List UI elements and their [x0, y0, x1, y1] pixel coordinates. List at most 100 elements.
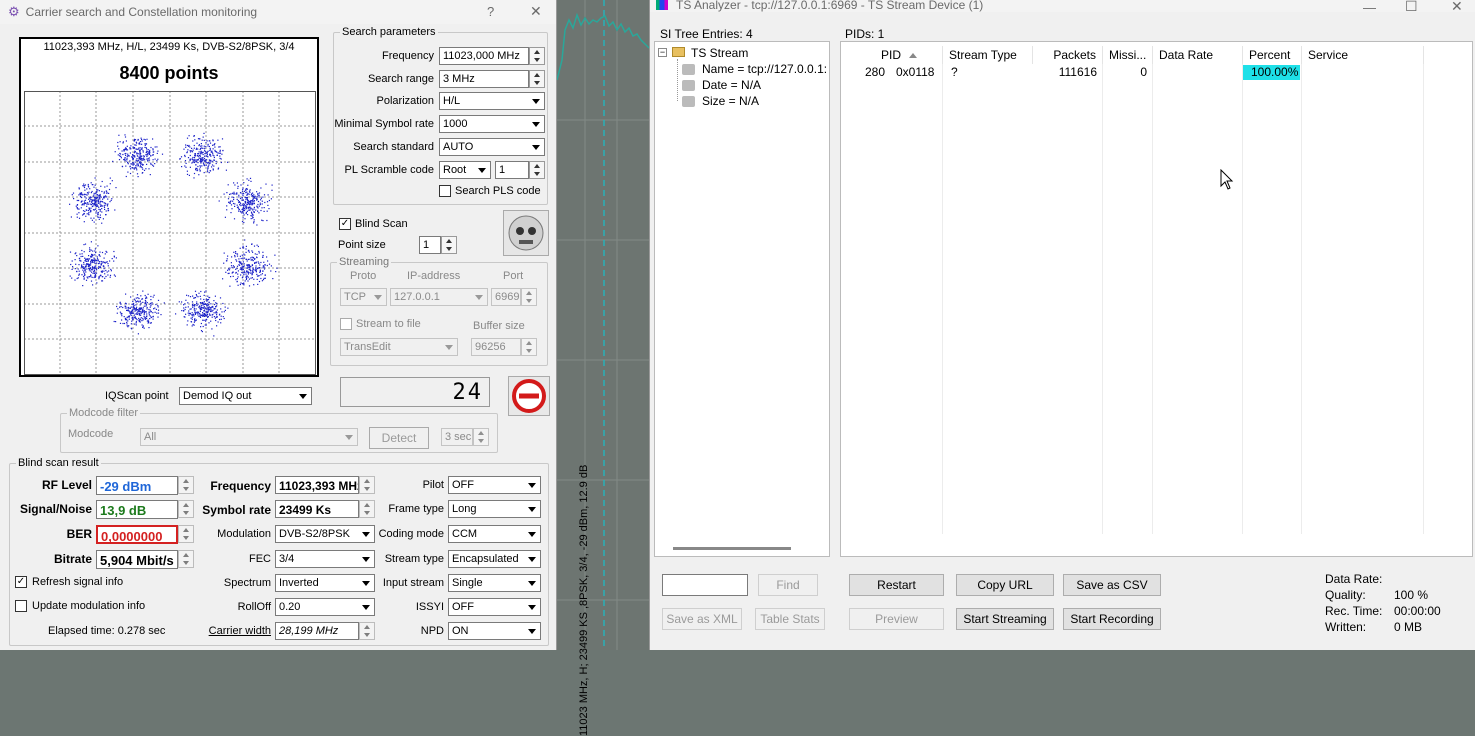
- search-range-spinner[interactable]: [529, 70, 545, 88]
- tree-root[interactable]: TS Stream: [691, 46, 748, 60]
- ts-window-title: TS Analyzer - tcp://127.0.0.1:6969 - TS …: [676, 0, 984, 12]
- port-spinner[interactable]: [521, 288, 537, 306]
- tree-item-size[interactable]: Size = N/A: [702, 94, 759, 108]
- stream-type-select[interactable]: Encapsulated: [448, 550, 541, 568]
- row-pid: 280: [864, 65, 885, 79]
- detect-interval-input[interactable]: 3 sec: [441, 428, 473, 446]
- modcode-select[interactable]: All: [140, 428, 358, 446]
- refresh-signal-checkbox[interactable]: ✓: [15, 576, 27, 588]
- pl-scramble-spinner[interactable]: [529, 161, 545, 179]
- pl-scramble-mode-select[interactable]: Root: [439, 161, 491, 179]
- column-divider: [942, 64, 943, 534]
- point-size-input[interactable]: 1: [419, 236, 441, 254]
- tree-hscrollbar[interactable]: [673, 547, 791, 550]
- npd-select[interactable]: ON: [448, 622, 541, 640]
- find-button[interactable]: Find: [758, 574, 818, 596]
- bitrate-spinner[interactable]: [178, 550, 194, 568]
- detect-interval-spinner[interactable]: [473, 428, 489, 446]
- copy-url-button[interactable]: Copy URL: [956, 574, 1054, 596]
- search-range-input[interactable]: 3 MHz: [439, 70, 529, 88]
- pilot-select[interactable]: OFF: [448, 476, 541, 494]
- start-recording-button[interactable]: Start Recording: [1063, 608, 1161, 630]
- find-input[interactable]: [662, 574, 748, 596]
- stream-to-file-checkbox[interactable]: [340, 318, 352, 330]
- minimize-button[interactable]: —: [1363, 0, 1376, 15]
- carrier-width-value: 28,199 MHz: [275, 622, 359, 640]
- frame-type-select[interactable]: Long: [448, 500, 541, 518]
- table-stats-button[interactable]: Table Stats: [755, 608, 825, 630]
- frequency-spinner[interactable]: [529, 47, 545, 65]
- buffer-size-label: Buffer size: [473, 320, 525, 332]
- file-app-select[interactable]: TransEdit: [340, 338, 458, 356]
- search-standard-select[interactable]: AUTO: [439, 138, 545, 156]
- save-as-csv-button[interactable]: Save as CSV: [1063, 574, 1161, 596]
- update-modulation-checkbox[interactable]: [15, 600, 27, 612]
- help-button[interactable]: ?: [487, 4, 494, 19]
- ts-title-bar: TS Analyzer - tcp://127.0.0.1:6969 - TS …: [650, 0, 1475, 15]
- frequency-input[interactable]: 11023,000 MHz: [439, 47, 529, 65]
- ts-close-button[interactable]: ✕: [1451, 0, 1463, 15]
- ber-spinner[interactable]: [178, 525, 194, 543]
- streaming-legend: Streaming: [337, 256, 392, 268]
- search-parameters-legend: Search parameters: [340, 26, 438, 38]
- point-size-spinner[interactable]: [441, 236, 457, 254]
- pl-scramble-value-input[interactable]: 1: [495, 161, 529, 179]
- save-as-xml-button[interactable]: Save as XML: [662, 608, 742, 630]
- start-streaming-button[interactable]: Start Streaming: [956, 608, 1054, 630]
- carrier-width-spinner[interactable]: [359, 622, 375, 640]
- data-rate-stat-label: Data Rate:: [1325, 572, 1383, 586]
- bitrate-value: 5,904 Mbit/s: [96, 550, 178, 569]
- carrier-width-label[interactable]: Carrier width: [195, 625, 271, 637]
- iqscan-select[interactable]: Demod IQ out: [179, 387, 312, 405]
- search-range-label: Search range: [367, 73, 434, 85]
- tree-item-date[interactable]: Date = N/A: [702, 78, 761, 92]
- tree-root-folder-icon: [672, 47, 685, 57]
- col-pid[interactable]: PID: [841, 46, 943, 64]
- carrier-search-window: ⚙ Carrier search and Constellation monit…: [0, 0, 557, 650]
- stop-button[interactable]: [508, 376, 550, 416]
- search-pls-checkbox[interactable]: [439, 185, 451, 197]
- result-frequency-spinner[interactable]: [359, 476, 375, 494]
- col-packets[interactable]: Packets: [1033, 46, 1103, 64]
- coding-mode-label: Coding mode: [378, 528, 444, 540]
- rolloff-select[interactable]: 0.20: [275, 598, 375, 616]
- modulation-select[interactable]: DVB-S2/8PSK: [275, 525, 375, 543]
- proto-select[interactable]: TCP: [340, 288, 387, 306]
- iqscan-label: IQScan point: [105, 390, 169, 402]
- col-missing[interactable]: Missi...: [1103, 46, 1153, 64]
- buffer-size-spinner[interactable]: [521, 338, 537, 356]
- input-stream-select[interactable]: Single: [448, 574, 541, 592]
- polarization-select[interactable]: H/L: [439, 92, 545, 110]
- table-row[interactable]: 280 0x0118 ? 111616 0 100.00%: [841, 64, 1424, 80]
- tree-item-name[interactable]: Name = tcp://127.0.0.1:: [702, 62, 827, 76]
- col-data-rate[interactable]: Data Rate: [1153, 46, 1243, 64]
- fec-select[interactable]: 3/4: [275, 550, 375, 568]
- ip-select[interactable]: 127.0.0.1: [390, 288, 488, 306]
- preview-button[interactable]: Preview: [849, 608, 944, 630]
- modcode-label: Modcode: [68, 428, 114, 440]
- spectrum-select[interactable]: Inverted: [275, 574, 375, 592]
- issyi-select[interactable]: OFF: [448, 598, 541, 616]
- min-symbol-rate-select[interactable]: 1000: [439, 115, 545, 133]
- maximize-button[interactable]: ☐: [1405, 0, 1418, 15]
- ts-analyzer-window: TS Analyzer - tcp://127.0.0.1:6969 - TS …: [649, 0, 1475, 650]
- close-button[interactable]: ✕: [530, 3, 542, 20]
- port-input[interactable]: 6969: [491, 288, 521, 306]
- signal-noise-spinner[interactable]: [178, 500, 194, 518]
- col-percent[interactable]: Percent: [1243, 46, 1302, 64]
- coding-mode-select[interactable]: CCM: [448, 525, 541, 543]
- fec-label: FEC: [249, 553, 271, 565]
- issyi-label: ISSYI: [415, 601, 444, 613]
- tree-collapse-icon[interactable]: −: [658, 48, 667, 57]
- col-stream-type[interactable]: Stream Type: [943, 46, 1033, 64]
- mouse-cursor: [1220, 169, 1234, 190]
- symbol-rate-spinner[interactable]: [359, 500, 375, 518]
- blind-scan-checkbox[interactable]: ✓: [339, 218, 351, 230]
- detect-button[interactable]: Detect: [369, 427, 429, 449]
- rf-level-spinner[interactable]: [178, 476, 194, 494]
- col-service[interactable]: Service: [1302, 46, 1424, 64]
- restart-button[interactable]: Restart: [849, 574, 944, 596]
- si-tree[interactable]: − TS Stream Name = tcp://127.0.0.1: Date…: [654, 41, 830, 557]
- buffer-size-input[interactable]: 96256: [471, 338, 521, 356]
- logo-button[interactable]: [503, 210, 549, 256]
